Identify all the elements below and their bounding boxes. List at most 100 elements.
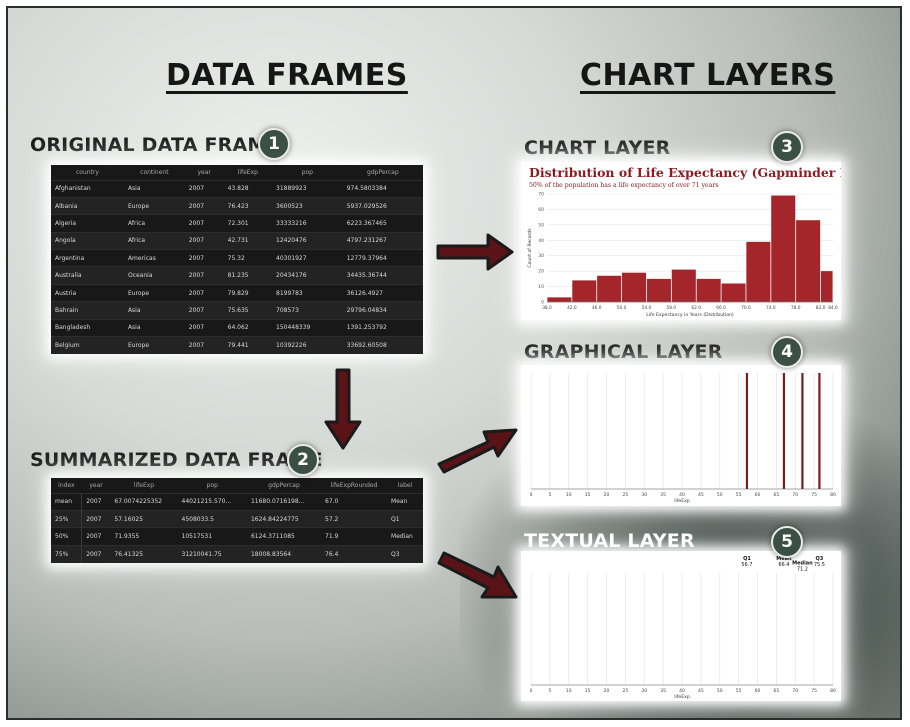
table-cell: Albania xyxy=(51,196,124,215)
table-cell: 50% xyxy=(51,527,83,546)
table-cell: Q3 xyxy=(387,544,423,563)
histogram-bar xyxy=(820,271,833,302)
column-header: lifeExp xyxy=(133,481,155,489)
table-header-row: index year lifeExp pop gdpPercap lifeExpRound… xyxy=(51,478,423,493)
x-tick-label: 55 xyxy=(736,492,742,498)
x-tick-label: 0 xyxy=(530,688,533,694)
table-cell: 11680.0716198... xyxy=(246,492,321,511)
table-row: 75% 2007 76.41325 31210041.75 18008.83564 76.… xyxy=(51,544,423,563)
x-tick-label: 25 xyxy=(623,688,629,694)
histogram-bar xyxy=(771,195,796,302)
x-tick-label: 5 xyxy=(548,492,551,498)
column-header: gdpPercap xyxy=(367,168,399,176)
table-row: mean 2007 67.0074225352 44021215.570... 1168… xyxy=(51,492,423,511)
y-tick-label: 0 xyxy=(541,300,544,306)
table-cell: Europe xyxy=(123,336,185,354)
arrow-down-to-textual-layer xyxy=(437,551,518,599)
table-cell: Bahrain xyxy=(51,301,124,320)
table-cell: 10517531 xyxy=(177,527,247,546)
stat-value: 71.2 xyxy=(797,567,808,573)
table-cell: 2007 xyxy=(184,196,224,215)
x-tick-label: 35 xyxy=(660,492,666,498)
infographic-frame: DATA FRAMES CHART LAYERS ORIGINAL DATA F… xyxy=(6,6,902,720)
table-cell: 2007 xyxy=(184,266,224,285)
x-tick-label: 80 xyxy=(830,492,836,498)
table-cell: 150448339 xyxy=(272,318,343,337)
text-label-chart: 0 5 10 15 20 25 30 35 40 45 50 55 60 65 70 75 80lifeExpQ… xyxy=(530,556,836,700)
table-cell: 75% xyxy=(51,544,83,563)
textual-layer-panel: 0 5 10 15 20 25 30 35 40 45 50 55 60 65 70 75 80 lifeExp Q… xyxy=(521,551,841,701)
table-cell: Asia xyxy=(123,318,185,337)
x-tick-label: 84.0 xyxy=(828,305,838,311)
y-tick-label: 70 xyxy=(538,192,544,198)
x-tick-label: 30 xyxy=(641,688,647,694)
table-cell: Algeria xyxy=(51,214,124,233)
table-cell: 974.5803384 xyxy=(342,179,423,198)
x-tick-label: 65 xyxy=(774,492,780,498)
table-row: Albania Europe 2007 76.423 3600523 5937.02952… xyxy=(51,196,423,215)
step-badge-5: 5 xyxy=(771,526,803,558)
table-cell: 12779.37964 xyxy=(342,249,423,267)
histogram-bar xyxy=(572,280,597,302)
x-tick-label: 40 xyxy=(679,492,685,498)
table-cell: 67.0 xyxy=(321,492,388,511)
textual-layer-title: TEXTUAL LAYER xyxy=(524,530,695,552)
table-cell: 1624.84224775 xyxy=(246,509,321,528)
step-badge-3: 3 xyxy=(771,131,803,163)
stat-value: 56.7 xyxy=(741,562,752,568)
x-tick-label: 62.0 xyxy=(691,305,701,311)
table-row: Afghanistan Asia 2007 43.828 31889923 974.580… xyxy=(51,179,423,198)
table-cell: 708573 xyxy=(272,301,343,320)
table-cell: Asia xyxy=(123,179,185,198)
x-tick-label: 15 xyxy=(585,492,591,498)
step-badge-4: 4 xyxy=(771,336,803,368)
y-tick-label: 20 xyxy=(538,269,544,275)
stat-value: 66.4 xyxy=(778,562,789,568)
table-cell: 25% xyxy=(51,509,83,528)
table-cell: Afghanistan xyxy=(51,179,124,198)
column-header: continent xyxy=(140,168,169,176)
arrow-shape xyxy=(324,368,362,450)
table-row: Bahrain Asia 2007 75.635 708573 29796.04834 xyxy=(51,301,423,320)
table-cell: 2007 xyxy=(184,318,224,337)
histogram-bar xyxy=(696,278,721,302)
x-tick-label: 40 xyxy=(679,688,685,694)
x-tick-label: 58.0 xyxy=(667,305,677,311)
y-tick-label: 10 xyxy=(538,284,544,290)
x-tick-label: 35 xyxy=(660,688,666,694)
x-axis-title: lifeExp xyxy=(674,498,690,504)
table-cell: 57.2 xyxy=(321,509,388,528)
table-cell: Americas xyxy=(123,249,185,267)
table-cell: Europe xyxy=(123,196,185,215)
table-cell: 2007 xyxy=(81,544,111,563)
table-cell: 71.9355 xyxy=(110,527,178,546)
table-header-row: country continent year lifeExp pop gdpPercap xyxy=(51,165,423,180)
graphical-layer-panel: 0 5 10 15 20 25 30 35 40 45 50 55 60 65 70 75 80 lifeExp xyxy=(521,365,841,506)
table-cell: 18008.83564 xyxy=(246,544,321,563)
x-tick-label: 75 xyxy=(811,688,817,694)
table-cell: 2007 xyxy=(81,492,111,511)
x-axis-title: Life Expectancy in Years (Distribution) xyxy=(646,312,734,318)
table-cell: 36126.4927 xyxy=(342,283,423,302)
table-cell: Q1 xyxy=(387,509,423,528)
table-cell: 4508033.5 xyxy=(177,509,247,528)
table-cell: 33692.60508 xyxy=(342,336,423,354)
table-cell: 6124.3711085 xyxy=(246,527,321,546)
x-tick-label: 78.0 xyxy=(791,305,801,311)
y-tick-label: 30 xyxy=(538,253,544,259)
x-tick-label: 74.0 xyxy=(766,305,776,311)
table-cell: mean xyxy=(51,492,83,511)
table-cell: 31210041.75 xyxy=(177,544,247,563)
step-badge-2: 2 xyxy=(287,444,319,476)
histogram-bar xyxy=(622,272,647,302)
table-cell: Australia xyxy=(51,266,124,285)
table-cell: 4797.231267 xyxy=(342,231,423,250)
table-cell: 2007 xyxy=(81,527,111,546)
table-row: Angola Africa 2007 42.731 12420476 4797.23126… xyxy=(51,231,423,250)
x-tick-label: 20 xyxy=(604,492,610,498)
table-cell: 2007 xyxy=(184,179,224,198)
table-cell: Argentina xyxy=(51,249,124,267)
x-tick-label: 42.0 xyxy=(567,305,577,311)
x-tick-label: 50.0 xyxy=(617,305,627,311)
x-tick-label: 70.0 xyxy=(741,305,751,311)
